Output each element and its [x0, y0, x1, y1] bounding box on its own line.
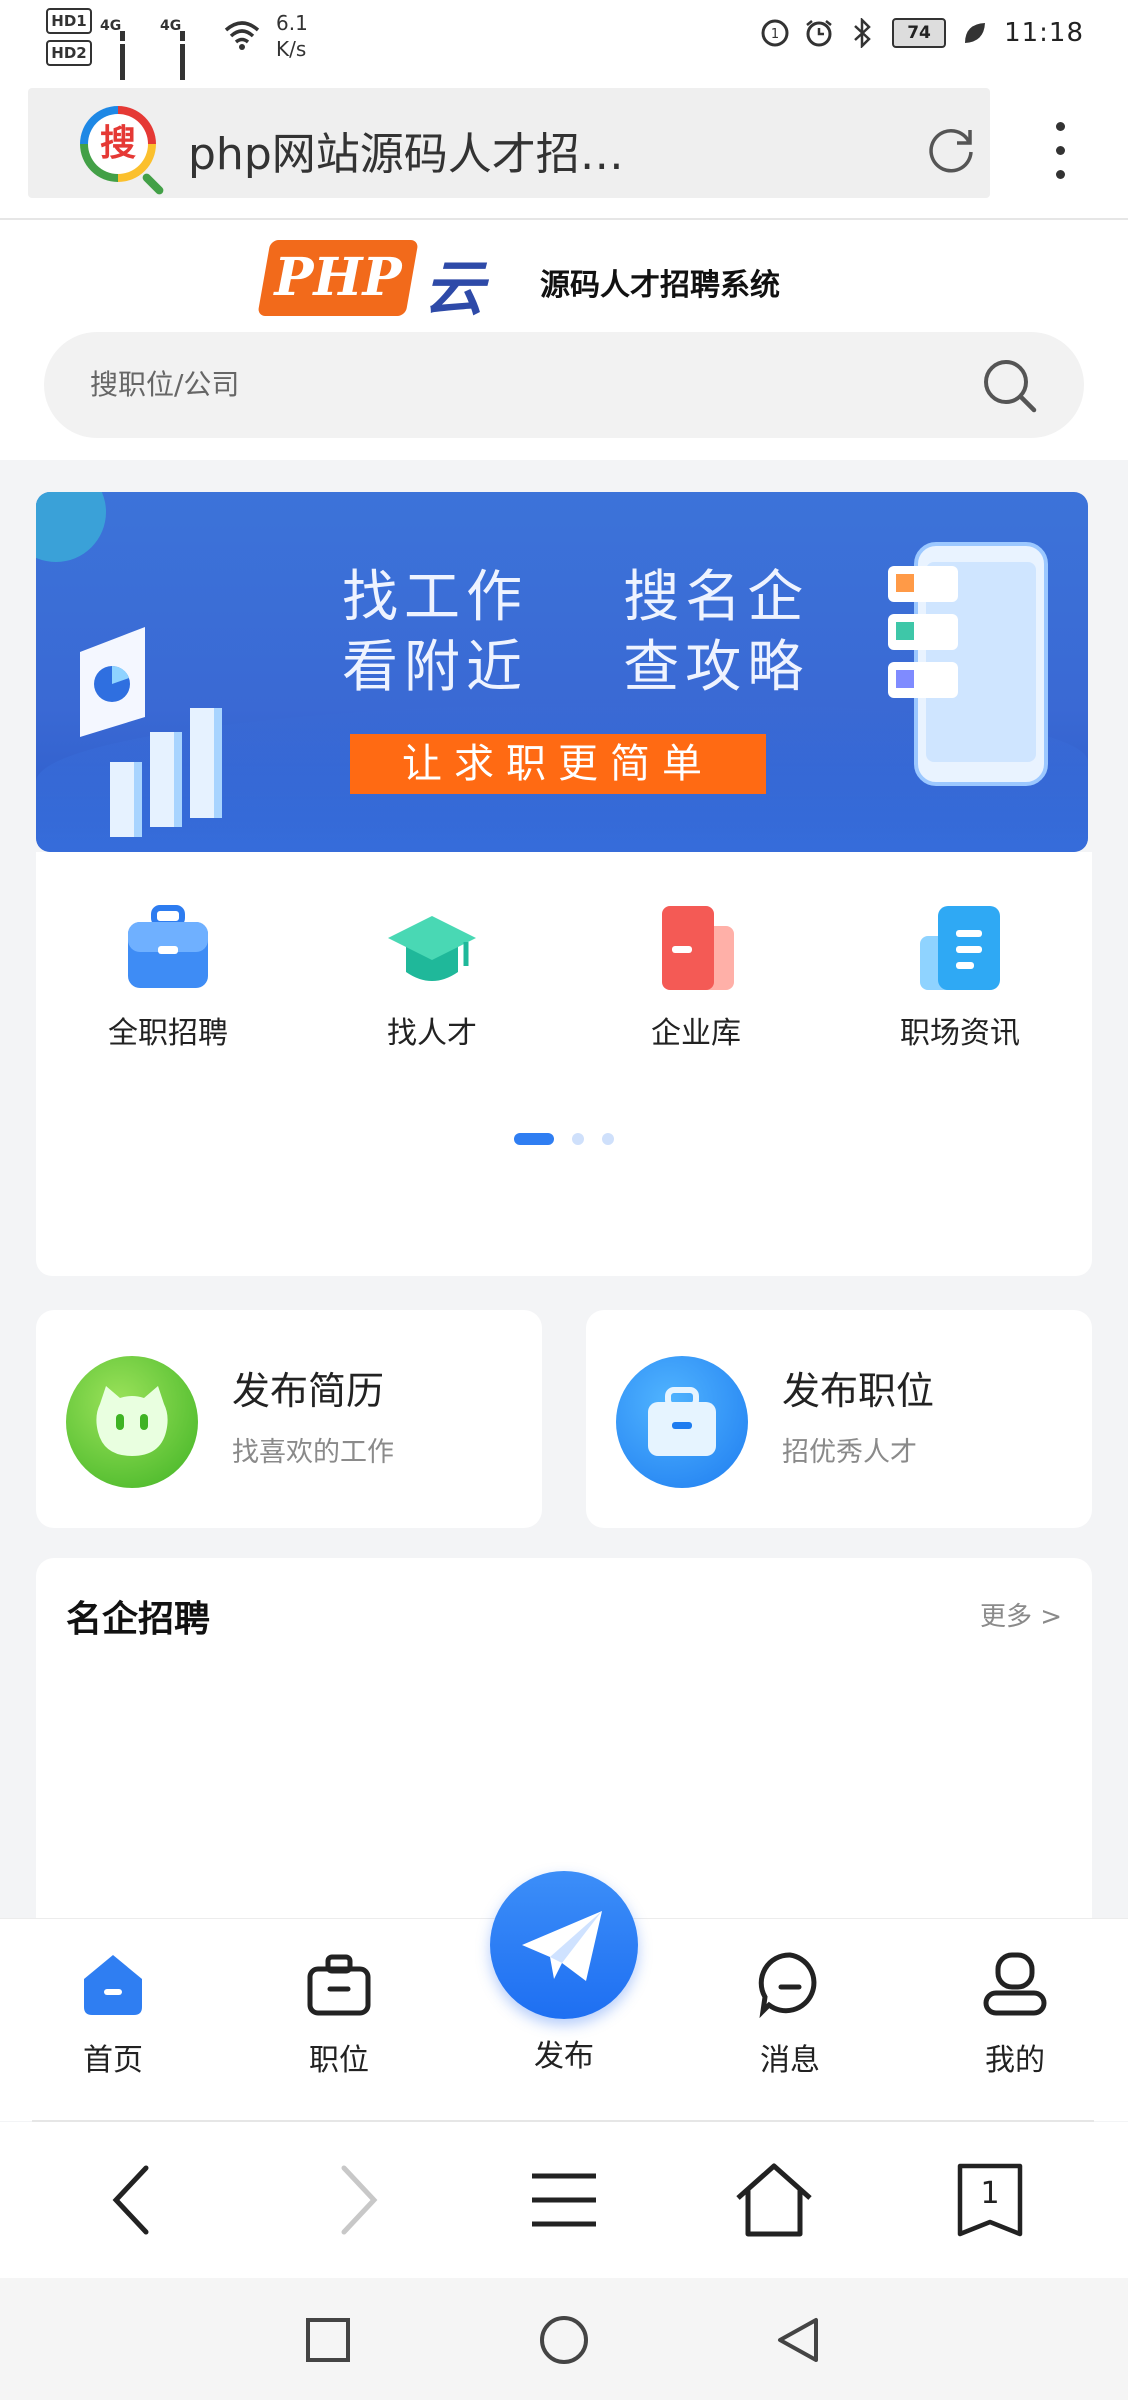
- reload-icon[interactable]: [922, 120, 980, 178]
- status-bar: HD1 HD2 4G 4G 6.1 K/s 1 74 11:18: [0, 0, 1128, 110]
- status-right: 1 74 11:18: [760, 18, 1084, 48]
- page-indicator: [36, 1128, 1092, 1147]
- hd-indicators: HD1 HD2: [46, 8, 92, 72]
- page-title[interactable]: php网站源码人才招…: [188, 118, 624, 182]
- publish-resume-card[interactable]: 发布简历 找喜欢的工作: [36, 1310, 542, 1528]
- clock: 11:18: [1004, 18, 1084, 48]
- tab-label: 消息: [760, 2043, 820, 2078]
- company-card-icon: [650, 902, 742, 994]
- quick-nav-panel: 全职招聘 找人才 企业库 职场资讯: [36, 852, 1092, 1276]
- bar-chart-illustration-icon: [80, 627, 222, 837]
- site-slogan: 源码人才招聘系统: [540, 268, 780, 303]
- system-back-icon[interactable]: [772, 2314, 824, 2366]
- famous-companies-section: 名企招聘 更多 >: [36, 1558, 1092, 1918]
- tab-messages[interactable]: 消息: [720, 1949, 860, 2079]
- nav-find-talent[interactable]: 找人才: [300, 902, 564, 1052]
- forward-icon[interactable]: [314, 2160, 394, 2240]
- search-bar[interactable]: [44, 332, 1084, 438]
- logo-cloud-char: 云: [424, 254, 484, 324]
- network-type-1: 4G: [100, 18, 122, 34]
- recents-icon[interactable]: [302, 2314, 354, 2366]
- tab-jobs[interactable]: 职位: [269, 1949, 409, 2079]
- search-icon[interactable]: [980, 356, 1040, 416]
- network-type-2: 4G: [160, 18, 182, 34]
- briefcase-icon: [122, 902, 214, 994]
- system-home-icon[interactable]: [538, 2314, 590, 2366]
- site-header: PHP 云 源码人才招聘系统: [0, 220, 1128, 460]
- job-briefcase-icon: [616, 1356, 748, 1488]
- nav-label: 职场资讯: [900, 1016, 1020, 1051]
- page-dot-2[interactable]: [572, 1132, 584, 1145]
- network-speed: 6.1 K/s: [276, 10, 308, 62]
- graduation-cap-icon: [386, 902, 478, 994]
- tabs-button[interactable]: 1: [950, 2160, 1030, 2240]
- bluetooth-icon: [848, 18, 878, 48]
- publish-job-title: 发布职位: [782, 1369, 935, 1413]
- browser-navigation-bar: 1: [0, 2122, 1128, 2278]
- section-title: 名企招聘: [66, 1599, 211, 1640]
- promo-banner[interactable]: 找工作 搜名企 看附近 查攻略 让求职更简单: [36, 492, 1088, 852]
- address-bar[interactable]: 搜 php网站源码人才招…: [28, 88, 990, 198]
- php-logo: PHP: [257, 240, 419, 316]
- alarm-icon: [804, 18, 834, 48]
- nav-fulltime-jobs[interactable]: 全职招聘: [36, 902, 300, 1052]
- data-saver-icon: 1: [760, 18, 790, 48]
- svg-text:1: 1: [771, 27, 779, 42]
- search-input[interactable]: [88, 358, 892, 410]
- resume-mascot-icon: [66, 1356, 198, 1488]
- tab-home[interactable]: 首页: [43, 1949, 183, 2079]
- nav-label: 企业库: [651, 1016, 741, 1051]
- publish-job-subtitle: 招优秀人才: [782, 1437, 917, 1468]
- leaf-icon: [960, 18, 990, 48]
- phone-illustration-icon: [888, 542, 1048, 786]
- browser-toolbar: 搜 php网站源码人才招…: [0, 80, 1128, 220]
- back-icon[interactable]: [96, 2160, 176, 2240]
- banner-cta[interactable]: 让求职更简单: [350, 734, 766, 794]
- wifi-icon: [224, 21, 260, 50]
- hd1-badge: HD1: [46, 8, 92, 34]
- home-icon: [84, 1955, 142, 2015]
- tab-count: 1: [980, 2176, 1000, 2211]
- menu-icon[interactable]: [524, 2160, 604, 2240]
- banner-decor-circle: [36, 492, 106, 562]
- publish-job-card[interactable]: 发布职位 招优秀人才: [586, 1310, 1092, 1528]
- page-dot-1[interactable]: [514, 1132, 554, 1145]
- publish-button[interactable]: [490, 1871, 638, 2019]
- page-dot-3[interactable]: [602, 1132, 614, 1145]
- banner-line-1: 找工作 搜名企: [342, 565, 810, 630]
- battery-icon: 74: [892, 18, 947, 48]
- tab-label: 我的: [985, 2043, 1045, 2078]
- tab-label: 职位: [309, 2043, 369, 2078]
- hd2-badge: HD2: [46, 40, 92, 66]
- paper-plane-icon: [522, 1911, 602, 1981]
- tab-label: 发布: [534, 2039, 594, 2074]
- publish-resume-subtitle: 找喜欢的工作: [232, 1437, 394, 1468]
- news-icon: [914, 902, 1006, 994]
- nav-career-news[interactable]: 职场资讯: [828, 902, 1092, 1052]
- nav-company-library[interactable]: 企业库: [564, 902, 828, 1052]
- home-page-icon[interactable]: [734, 2160, 814, 2240]
- nav-label: 全职招聘: [108, 1016, 228, 1051]
- speed-unit: K/s: [276, 37, 307, 61]
- jobs-briefcase-icon: [307, 1954, 371, 2016]
- speed-value: 6.1: [276, 11, 308, 35]
- system-navigation-bar: [0, 2278, 1128, 2400]
- message-bubble-icon: [758, 1952, 817, 2019]
- logo-text: PHP: [274, 247, 402, 308]
- tab-label: 首页: [83, 2043, 143, 2078]
- more-link[interactable]: 更多 >: [980, 1596, 1062, 1633]
- tab-profile[interactable]: 我的: [945, 1949, 1085, 2079]
- nav-label: 找人才: [387, 1016, 477, 1051]
- overflow-menu-icon[interactable]: [1040, 122, 1080, 182]
- quick-nav-grid: 全职招聘 找人才 企业库 职场资讯: [36, 902, 1092, 1052]
- banner-line-2: 看附近 查攻略: [342, 635, 810, 700]
- user-icon: [983, 1952, 1047, 2016]
- publish-resume-title: 发布简历: [232, 1369, 385, 1413]
- logo-char: 搜: [88, 114, 148, 174]
- bottom-tab-bar: 首页 职位 发布 消息 我的: [0, 1871, 1128, 2121]
- search-engine-logo-icon: 搜: [80, 106, 166, 197]
